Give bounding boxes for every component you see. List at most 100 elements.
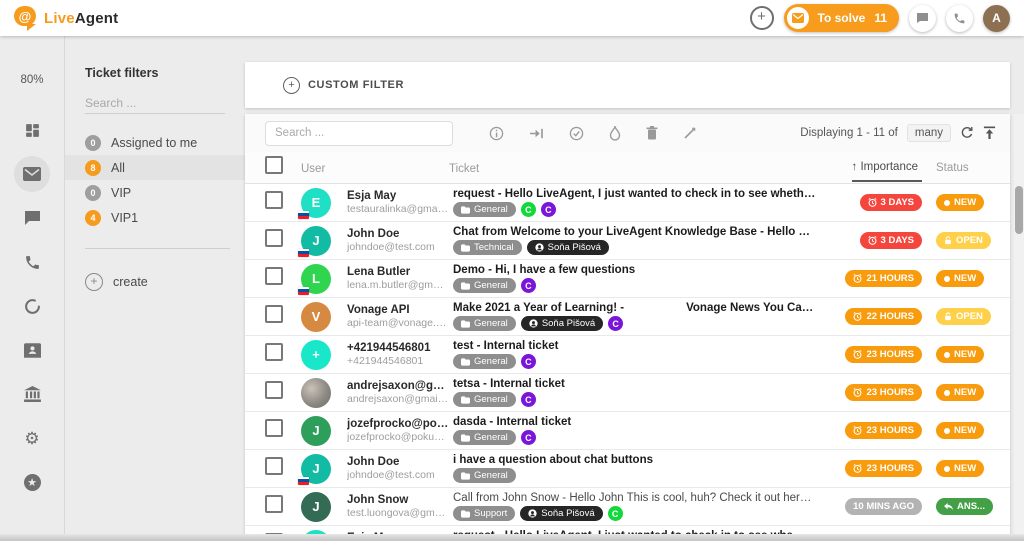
filter-item-assigned-to-me[interactable]: 0Assigned to me xyxy=(65,130,245,155)
table-row[interactable]: V Vonage API api-team@vonage.com Make 20… xyxy=(245,298,1010,336)
row-checkbox[interactable] xyxy=(265,495,283,513)
department-tag[interactable]: General xyxy=(453,468,516,483)
sidebar-item-dashboard[interactable] xyxy=(14,112,50,148)
table-row[interactable]: J jozefprocko@pokusa.... jozefprocko@pok… xyxy=(245,412,1010,450)
agent-tag[interactable]: Soňa Pišová xyxy=(527,240,609,255)
department-tag[interactable]: General xyxy=(453,316,516,331)
custom-filter-button[interactable]: + CUSTOM FILTER xyxy=(283,77,404,94)
transfer-icon[interactable] xyxy=(529,127,544,140)
row-checkbox[interactable] xyxy=(265,191,283,209)
user-avatar xyxy=(301,378,331,408)
department-tag[interactable]: General xyxy=(453,354,516,369)
sidebar-item-contacts[interactable] xyxy=(14,332,50,368)
column-status[interactable]: Status xyxy=(936,162,969,174)
wand-icon[interactable] xyxy=(683,126,697,140)
to-solve-button[interactable]: To solve 11 xyxy=(784,4,899,32)
chats-button[interactable] xyxy=(909,5,936,32)
ticket-toolbar: Displaying 1 - 11 of many xyxy=(245,114,1010,152)
select-all-checkbox[interactable] xyxy=(265,156,283,174)
sidebar-item-settings[interactable]: ⚙ xyxy=(14,420,50,456)
row-checkbox[interactable] xyxy=(265,229,283,247)
filters-search-input[interactable] xyxy=(85,93,225,114)
ticket-subject[interactable]: dasda - Internal ticket xyxy=(453,416,816,428)
row-checkbox[interactable] xyxy=(265,457,283,475)
user-email: jozefprocko@pokusa.... xyxy=(347,431,449,443)
department-tag[interactable]: General xyxy=(453,392,516,407)
create-filter-button[interactable]: + create xyxy=(85,273,245,291)
horizontal-scrollbar[interactable] xyxy=(0,534,1024,541)
user-avatar: E xyxy=(301,188,331,218)
resolve-time-icon[interactable] xyxy=(489,126,504,141)
filter-item-all[interactable]: 8All xyxy=(65,155,245,180)
department-tag[interactable]: Technical xyxy=(453,240,522,255)
ticket-subject[interactable]: tetsa - Internal ticket xyxy=(453,378,816,390)
row-checkbox[interactable] xyxy=(265,381,283,399)
agent-tag[interactable]: Soňa Pišová xyxy=(521,316,603,331)
tag-circle[interactable]: C xyxy=(521,392,536,407)
user-email: lena.m.butler@gmail.... xyxy=(347,279,449,291)
sidebar-item-online-visitors[interactable] xyxy=(14,288,50,324)
column-importance[interactable]: ↑ Importance xyxy=(852,154,922,182)
tag-circle[interactable]: C xyxy=(521,430,536,445)
ticket-subject[interactable]: request - Hello LiveAgent, I just wanted… xyxy=(453,188,816,200)
row-checkbox[interactable] xyxy=(265,267,283,285)
ticket-subject[interactable]: Chat from Welcome to your LiveAgent Know… xyxy=(453,226,816,238)
department-tag[interactable]: General xyxy=(453,202,516,217)
flame-icon[interactable] xyxy=(609,126,621,141)
vertical-scrollbar[interactable] xyxy=(1014,114,1024,534)
custom-filter-label: CUSTOM FILTER xyxy=(308,79,404,91)
trash-icon[interactable] xyxy=(646,126,658,140)
scroll-to-top-icon[interactable] xyxy=(983,126,996,140)
user-email: testauralinka@gmail.c... xyxy=(347,203,449,215)
table-row[interactable]: J John Doe johndoe@test.com i have a que… xyxy=(245,450,1010,488)
scrollbar-thumb[interactable] xyxy=(1015,186,1023,234)
page-size-selector[interactable]: many xyxy=(907,124,951,142)
tag-circle[interactable]: C xyxy=(541,202,556,217)
tag-circle[interactable]: C xyxy=(608,316,623,331)
tag-circle[interactable]: C xyxy=(521,354,536,369)
ticket-subject[interactable]: i have a question about chat buttons xyxy=(453,454,816,466)
agent-tag[interactable]: Soňa Pišová xyxy=(520,506,602,521)
row-checkbox[interactable] xyxy=(265,419,283,437)
table-row[interactable]: E Esja May testauralinka@gmail.c... requ… xyxy=(245,184,1010,222)
row-checkbox[interactable] xyxy=(265,343,283,361)
tag-circle[interactable]: C xyxy=(608,506,623,521)
sort-arrow-icon: ↑ xyxy=(852,161,858,173)
sidebar-item-calls[interactable] xyxy=(14,244,50,280)
table-row[interactable]: L Lena Butler lena.m.butler@gmail.... De… xyxy=(245,260,1010,298)
table-row[interactable]: J John Doe johndoe@test.com Chat from We… xyxy=(245,222,1010,260)
ticket-subject[interactable]: test - Internal ticket xyxy=(453,340,816,352)
avatar-letter: A xyxy=(992,11,1001,25)
slovakia-flag-icon xyxy=(298,287,309,295)
department-tag[interactable]: General xyxy=(453,430,516,445)
filter-label: VIP xyxy=(111,186,131,200)
sidebar-item-company[interactable] xyxy=(14,376,50,412)
plus-circle-icon: + xyxy=(85,273,103,291)
sidebar-item-getting-started[interactable]: ★ xyxy=(14,464,50,500)
table-row[interactable]: + +421944546801 +421944546801 test - Int… xyxy=(245,336,1010,374)
filter-item-vip1[interactable]: 4VIP1 xyxy=(65,205,245,230)
add-new-button[interactable]: + xyxy=(750,6,774,30)
refresh-icon[interactable] xyxy=(960,126,974,140)
ticket-subject[interactable]: Demo - Hi, I have a few questions xyxy=(453,264,816,276)
calls-button[interactable] xyxy=(946,5,973,32)
liveagent-logo[interactable]: @ LiveAgent xyxy=(14,6,118,30)
table-row[interactable]: andrejsaxon@gmail.c... andrejsaxon@gmail… xyxy=(245,374,1010,412)
ticket-subject[interactable]: Make 2021 a Year of Learning! -Vonage Ne… xyxy=(453,302,816,314)
ticket-tags: General C xyxy=(453,430,816,445)
row-checkbox[interactable] xyxy=(265,305,283,323)
ticket-search-input[interactable] xyxy=(265,121,453,146)
department-tag[interactable]: Support xyxy=(453,506,515,521)
to-solve-count: 11 xyxy=(874,11,887,25)
tag-circle[interactable]: C xyxy=(521,278,536,293)
resolve-check-icon[interactable] xyxy=(569,126,584,141)
tag-circle[interactable]: C xyxy=(521,202,536,217)
department-tag[interactable]: General xyxy=(453,278,516,293)
sidebar-item-tickets[interactable] xyxy=(14,156,50,192)
sidebar-item-chats[interactable] xyxy=(14,200,50,236)
table-row[interactable]: J John Snow test.luongova@gmail.... Call… xyxy=(245,488,1010,526)
ticket-filters-panel: Ticket filters 0Assigned to me8All0VIP4V… xyxy=(65,36,245,541)
user-avatar-button[interactable]: A xyxy=(983,5,1010,32)
ticket-subject[interactable]: Call from John Snow - Hello John This is… xyxy=(453,492,816,504)
filter-item-vip[interactable]: 0VIP xyxy=(65,180,245,205)
